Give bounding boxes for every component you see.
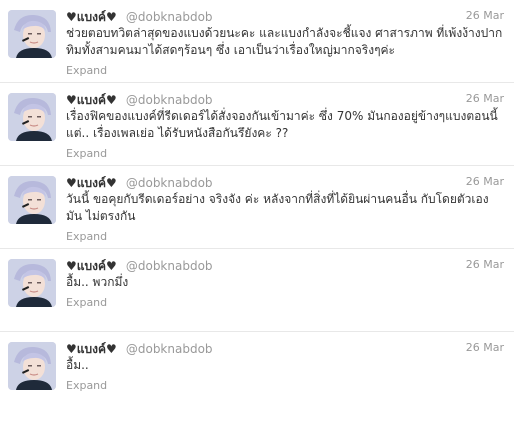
tweet-item[interactable]: ♥แบงค์♥ @dobknabdob 26 Mar อื้ม.. พวกมึ่… [0, 249, 514, 332]
tweet-timestamp[interactable]: 26 Mar [466, 8, 504, 24]
tweet-item[interactable]: ♥แบงค์♥ @dobknabdob 26 Mar ช่วยตอบทวิตล่… [0, 0, 514, 83]
tweet-header: ♥แบงค์♥ @dobknabdob 26 Mar [66, 91, 504, 107]
tweet-text: เรื่องฟิคของแบงค์ที่รีดเดอร์ได้สั่งจองกั… [66, 109, 498, 140]
user-handle[interactable]: @dobknabdob [126, 259, 213, 273]
avatar[interactable] [8, 93, 56, 141]
avatar[interactable] [8, 259, 56, 307]
tweet-timestamp[interactable]: 26 Mar [466, 174, 504, 190]
user-handle[interactable]: @dobknabdob [126, 176, 213, 190]
avatar[interactable] [8, 176, 56, 224]
tweet-text: อื้ม.. พวกมึ่ง [66, 275, 129, 289]
user-fullname[interactable]: ♥แบงค์♥ [66, 176, 117, 190]
tweet-item[interactable]: ♥แบงค์♥ @dobknabdob 26 Mar วันนี้ ขอคุยก… [0, 166, 514, 249]
expand-link[interactable]: Expand [66, 64, 107, 78]
tweet-content: ♥แบงค์♥ @dobknabdob 26 Mar วันนี้ ขอคุยก… [66, 174, 504, 244]
tweet-content: ♥แบงค์♥ @dobknabdob 26 Mar เรื่องฟิคของแ… [66, 91, 504, 161]
tweet-header: ♥แบงค์♥ @dobknabdob 26 Mar [66, 8, 504, 24]
tweet-text: วันนี้ ขอคุยกับรีดเดอร์อย่าง จริงจัง ค่ะ… [66, 192, 489, 223]
tweet-text: ช่วยตอบทวิตล่าสุดของแบงด้วยนะคะ และแบงกำ… [66, 26, 503, 57]
user-handle[interactable]: @dobknabdob [126, 342, 213, 356]
avatar[interactable] [8, 342, 56, 390]
tweet-content: ♥แบงค์♥ @dobknabdob 26 Mar อื้ม.. Expand [66, 340, 504, 393]
expand-link[interactable]: Expand [66, 379, 107, 393]
tweet-header: ♥แบงค์♥ @dobknabdob 26 Mar [66, 174, 504, 190]
user-handle[interactable]: @dobknabdob [126, 93, 213, 107]
tweet-text: อื้ม.. [66, 358, 89, 372]
tweet-item[interactable]: ♥แบงค์♥ @dobknabdob 26 Mar อื้ม.. Expand [0, 332, 514, 415]
user-fullname[interactable]: ♥แบงค์♥ [66, 93, 117, 107]
tweet-content: ♥แบงค์♥ @dobknabdob 26 Mar ช่วยตอบทวิตล่… [66, 8, 504, 78]
tweet-item[interactable]: ♥แบงค์♥ @dobknabdob 26 Mar เรื่องฟิคของแ… [0, 83, 514, 166]
user-fullname[interactable]: ♥แบงค์♥ [66, 10, 117, 24]
user-fullname[interactable]: ♥แบงค์♥ [66, 342, 117, 356]
expand-link[interactable]: Expand [66, 147, 107, 161]
tweet-header: ♥แบงค์♥ @dobknabdob 26 Mar [66, 257, 504, 273]
tweet-content: ♥แบงค์♥ @dobknabdob 26 Mar อื้ม.. พวกมึ่… [66, 257, 504, 310]
tweet-timeline: ♥แบงค์♥ @dobknabdob 26 Mar ช่วยตอบทวิตล่… [0, 0, 514, 426]
tweet-timestamp[interactable]: 26 Mar [466, 340, 504, 356]
tweet-timestamp[interactable]: 26 Mar [466, 257, 504, 273]
expand-link[interactable]: Expand [66, 230, 107, 244]
expand-link[interactable]: Expand [66, 296, 107, 310]
avatar[interactable] [8, 10, 56, 58]
tweet-header: ♥แบงค์♥ @dobknabdob 26 Mar [66, 340, 504, 356]
user-fullname[interactable]: ♥แบงค์♥ [66, 259, 117, 273]
tweet-timestamp[interactable]: 26 Mar [466, 91, 504, 107]
user-handle[interactable]: @dobknabdob [126, 10, 213, 24]
